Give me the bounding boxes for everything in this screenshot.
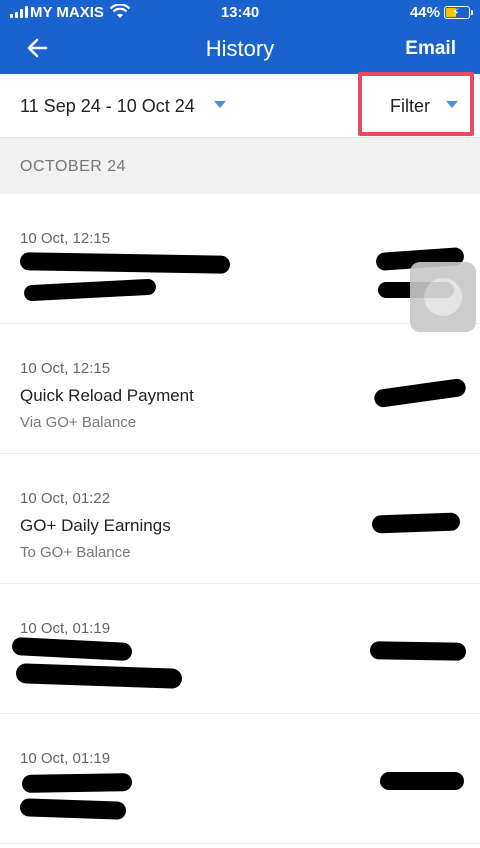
transaction-row[interactable]: 10 Oct, 12:15 [0, 194, 480, 324]
transaction-timestamp: 10 Oct, 12:15 [20, 360, 111, 377]
transaction-timestamp: 10 Oct, 01:19 [20, 620, 111, 637]
filter-highlight-annotation [358, 72, 474, 136]
transaction-row[interactable]: 10 Oct, 01:19 [0, 714, 480, 844]
transaction-row[interactable]: 10 Oct, 12:15 Quick Reload Payment Via G… [0, 324, 480, 454]
assistive-touch-button[interactable] [410, 262, 476, 332]
app-header: MY MAXIS 13:40 44% ⚡ History Email [0, 0, 480, 74]
redaction-mark [23, 278, 157, 302]
transaction-timestamp: 10 Oct, 12:15 [20, 230, 111, 247]
date-range-selector[interactable]: 11 Sep 24 - 10 Oct 24 [20, 96, 195, 117]
status-bar: MY MAXIS 13:40 44% ⚡ [0, 0, 480, 24]
transaction-timestamp: 10 Oct, 01:19 [20, 750, 111, 767]
section-header: OCTOBER 24 [0, 138, 480, 194]
redaction-mark [373, 377, 467, 409]
status-time: 13:40 [220, 4, 260, 21]
transaction-subtitle: Via GO+ Balance [20, 414, 137, 431]
date-range-caret-icon[interactable] [214, 101, 226, 108]
redaction-mark [19, 252, 231, 274]
transaction-row[interactable]: 10 Oct, 01:22 GO+ Daily Earnings To GO+ … [0, 454, 480, 584]
redaction-mark [15, 663, 183, 689]
redaction-mark [380, 772, 464, 790]
battery-percentage: 44% [409, 4, 440, 21]
redaction-mark [19, 798, 127, 820]
redaction-mark [11, 636, 133, 662]
redaction-mark [21, 773, 133, 793]
transaction-subtitle: To GO+ Balance [20, 544, 131, 561]
redaction-mark [369, 641, 467, 661]
transaction-row[interactable]: 10 Oct, 01:19 [0, 584, 480, 714]
transaction-name: Quick Reload Payment [20, 386, 194, 405]
redaction-mark [371, 512, 461, 534]
email-button[interactable]: Email [405, 38, 456, 60]
battery-icon: ⚡ [444, 6, 473, 19]
transaction-name: GO+ Daily Earnings [20, 516, 171, 535]
section-month-label: OCTOBER 24 [20, 158, 127, 175]
transaction-timestamp: 10 Oct, 01:22 [20, 490, 111, 507]
